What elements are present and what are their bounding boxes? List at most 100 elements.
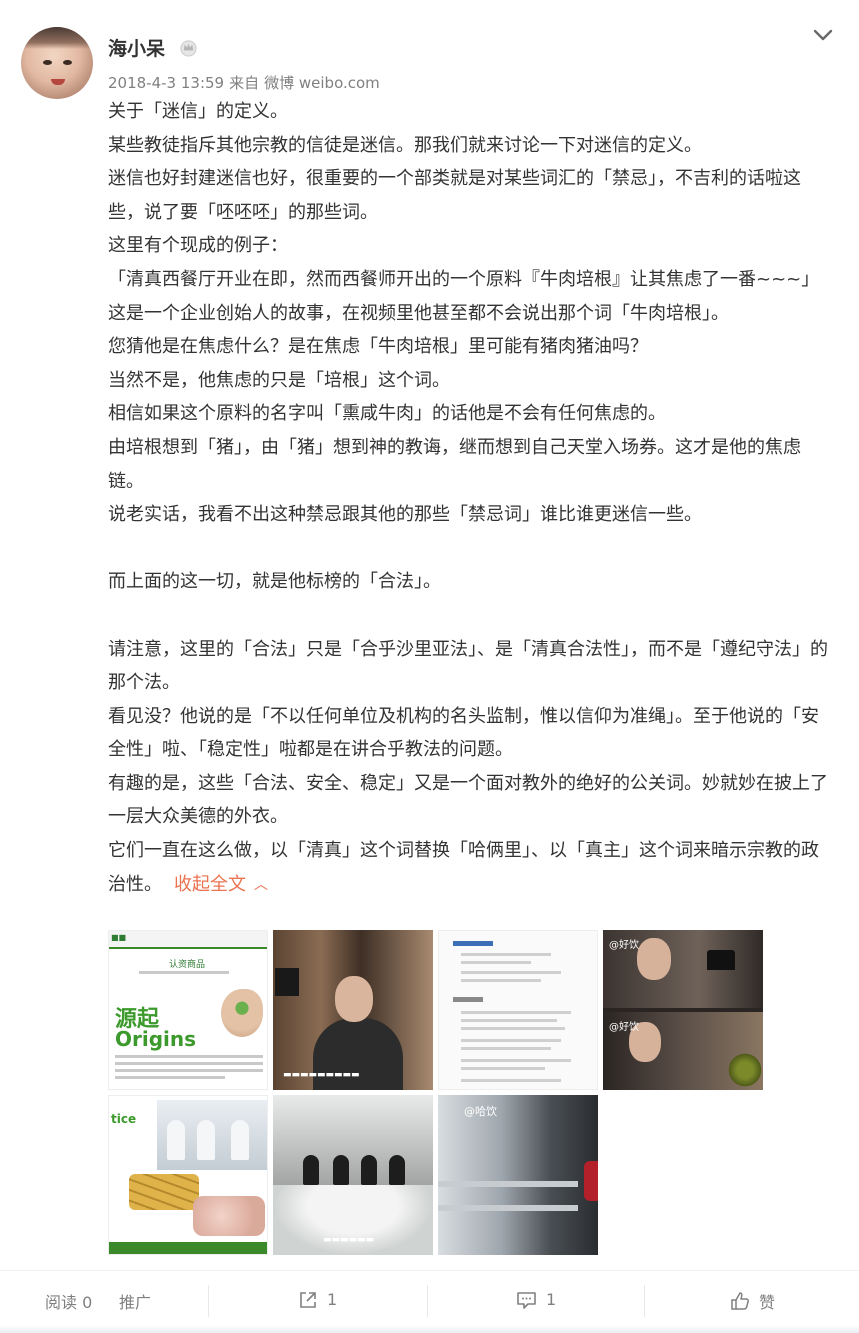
thumb-title-en: Origins <box>115 1027 197 1051</box>
doc-header-line <box>453 997 483 1002</box>
worker-figure <box>167 1120 185 1160</box>
site-footer-bar <box>109 1242 267 1254</box>
seedling-hand-image <box>221 989 263 1037</box>
avatar-eye-right <box>63 60 72 65</box>
post-paragraph: 关于「迷信」的定义。 <box>108 101 288 122</box>
image-thumbnail-2[interactable]: ▬▬▬▬▬▬▬▬▬ <box>273 930 433 1090</box>
doc-line <box>461 971 561 974</box>
post-body: 关于「迷信」的定义。 某些教徒指斥其他宗教的信徒是迷信。那我们就来讨论一下对迷信… <box>108 95 828 903</box>
thumb-subtitle: 认资商品 <box>169 960 206 970</box>
collapse-label: 收起全文 <box>174 873 246 895</box>
avatar-hair <box>21 27 93 49</box>
post-timestamp[interactable]: 2018-4-3 13:59 <box>108 74 224 92</box>
post-paragraph-blank <box>108 599 828 633</box>
comment-button[interactable]: 1 <box>516 1289 556 1310</box>
image-thumbnail-6[interactable]: ▬▬▬▬▬▬ <box>273 1095 433 1255</box>
image-thumbnail-3[interactable] <box>438 930 598 1090</box>
post-source-prefix: 来自 <box>229 74 260 92</box>
site-logo: ■■ <box>111 933 127 942</box>
food-rolls-image <box>129 1174 199 1210</box>
doc-line <box>461 1059 571 1062</box>
share-count: 1 <box>327 1290 338 1309</box>
share-button[interactable]: 1 <box>298 1289 337 1310</box>
diner-figure <box>361 1155 377 1185</box>
doc-line <box>461 979 541 982</box>
post-source[interactable]: 微博 weibo.com <box>264 74 380 92</box>
image-thumbnail-4[interactable]: @好饮 @好饮 <box>603 930 763 1090</box>
post-paragraph: 当然不是，他焦虑的只是「培根」这个词。 <box>108 369 450 391</box>
read-number: 0 <box>82 1293 93 1312</box>
post-paragraph: 看见没？他说的是「不以任何单位及机构的名头监制，惟以信仰为准绳」。至于他说的「安… <box>108 705 819 761</box>
doc-line <box>461 1047 551 1050</box>
post-paragraph: 某些教徒指斥其他宗教的信徒是迷信。那我们就来讨论一下对迷信的定义。 <box>108 134 702 156</box>
post-paragraph: 相信如果这个原料的名字叫「熏咸牛肉」的话他是不会有任何焦虑的。 <box>108 403 666 425</box>
weibo-post-card: 海小呆 2018-4-3 13:59 来自 微博 weibo.com 关于「迷信」的… <box>0 0 859 1333</box>
text-line <box>115 1069 263 1072</box>
post-paragraph: 迷信也好封建迷信也好，很重要的一个部类就是对某些词汇的「禁忌」，不吉利的话啦这些… <box>108 168 801 223</box>
doc-header-line <box>453 941 493 946</box>
divider <box>427 1285 428 1317</box>
comment-count: 1 <box>546 1290 557 1309</box>
avatar-mouth <box>51 79 65 85</box>
diner-figure <box>333 1155 349 1185</box>
post-paragraph-last: 它们一直在这么做，以「清真」这个词替换「哈俩里」、以「真主」这个词来暗示宗教的政… <box>108 834 828 903</box>
doc-line <box>461 1019 557 1022</box>
image-thumbnail-5[interactable]: tice <box>108 1095 268 1255</box>
video-watermark: @哈饮 <box>464 1105 497 1118</box>
post-paragraph: 您猜他是在焦虑什么？是在焦虑「牛肉培根」里可能有猪肉猪油吗？ <box>108 336 648 358</box>
post-paragraph: 由培根想到「猪」，由「猪」想到神的教诲，继而想到自己天堂入场券。这才是他的焦虑链… <box>108 436 801 492</box>
text-line <box>115 1055 263 1058</box>
read-count: 阅读 0 <box>45 1289 92 1313</box>
bottom-shadow <box>0 1325 859 1333</box>
diner-figure <box>389 1155 405 1185</box>
promote-label: 推广 <box>119 1293 152 1312</box>
like-button[interactable]: 赞 <box>730 1289 775 1313</box>
doc-line <box>461 1011 571 1014</box>
video-watermark: @好饮 <box>609 1022 639 1033</box>
doc-line <box>461 1079 561 1082</box>
image-thumbnail-7[interactable]: @哈饮 <box>438 1095 598 1255</box>
video-caption: ▬▬▬▬▬▬▬▬▬ <box>283 1070 360 1080</box>
post-paragraph: 说老实话，我看不出这种禁忌跟其他的那些「禁忌词」谁比谁更迷信一些。 <box>108 504 702 526</box>
text-line <box>139 971 229 974</box>
diner-figure <box>303 1155 319 1185</box>
avatar[interactable] <box>21 27 93 99</box>
chicken-image <box>193 1196 265 1236</box>
person-face <box>637 938 671 980</box>
collapse-text-link[interactable]: 收起全文 ︿ <box>174 874 268 895</box>
username[interactable]: 海小呆 <box>108 34 165 61</box>
lamp-shape <box>707 950 735 970</box>
share-icon <box>300 1291 316 1308</box>
thumbs-up-icon <box>731 1292 749 1310</box>
promote-button[interactable]: 推广 <box>119 1289 151 1313</box>
text-line <box>115 1076 225 1079</box>
image-thumbnail-1[interactable]: ■■ 认资商品 源起 Origins <box>108 930 268 1090</box>
post-paragraph: 「清真西餐厅开业在即，然而西餐师开出的一个原料『牛肉培根』让其焦虑了一番~~~」 <box>108 268 820 290</box>
chevron-down-icon[interactable] <box>812 24 834 46</box>
divider <box>644 1285 645 1317</box>
meat-piece <box>584 1161 598 1201</box>
post-paragraph: 这是一个企业创始人的故事，在视频里他甚至都不会说出那个词「牛肉培根」。 <box>108 302 729 324</box>
post-paragraph-blank <box>108 532 828 566</box>
post-meta: 2018-4-3 13:59 来自 微博 weibo.com <box>108 72 385 93</box>
person-face <box>335 976 373 1022</box>
divider <box>208 1285 209 1317</box>
lamp-shape <box>275 968 299 996</box>
text-line <box>115 1062 263 1065</box>
factory-photo <box>157 1100 267 1170</box>
post-paragraph: 这里有个现成的例子： <box>108 235 288 257</box>
doc-line <box>461 1039 561 1042</box>
read-label: 阅读 <box>45 1293 78 1312</box>
worker-figure <box>197 1120 215 1160</box>
site-header-bar <box>109 931 267 949</box>
thumb-label: tice <box>111 1112 137 1126</box>
video-watermark: @好饮 <box>609 940 639 951</box>
doc-line <box>461 961 531 964</box>
doc-line <box>461 1067 545 1070</box>
avatar-eye-left <box>43 60 52 65</box>
comment-icon <box>517 1291 536 1309</box>
like-label: 赞 <box>759 1293 776 1312</box>
doc-line <box>461 953 551 956</box>
action-bar: 阅读 0 推广 1 1 赞 <box>0 1270 859 1333</box>
video-caption: ▬▬▬▬▬▬ <box>323 1235 375 1245</box>
